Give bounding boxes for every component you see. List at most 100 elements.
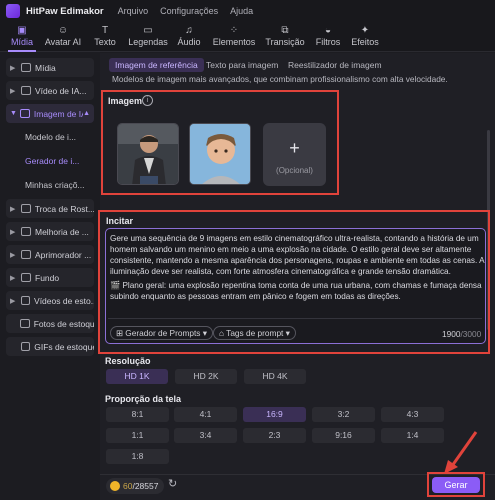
coin-icon <box>110 481 120 491</box>
sidebar-subitem-image-model[interactable]: Modelo de i... <box>25 132 76 142</box>
main-toolbar: ▣ Mídia ☺ Avatar AI T Texto ▭ Legendas ♫ Áudi… <box>0 22 495 52</box>
plus-icon: + <box>289 138 300 158</box>
avatar-icon: ☺ <box>57 25 69 36</box>
chevron-right-icon: ▶ <box>10 205 16 213</box>
tab-text-to-image[interactable]: Texto para imagem <box>200 58 284 72</box>
app-logo <box>6 4 20 18</box>
tag-icon: ⌂ <box>219 328 225 338</box>
chevron-right-icon: ▶ <box>10 274 16 282</box>
aspect-ratio-title: Proporção da tela <box>105 394 182 404</box>
aspect-1-4[interactable]: 1:4 <box>381 428 444 443</box>
sidebar-item-ai-video[interactable]: ▶ Vídeo de IA... <box>6 81 94 100</box>
aspect-8-1[interactable]: 8:1 <box>106 407 169 422</box>
resolution-hd2k[interactable]: HD 2K <box>175 369 237 384</box>
aspect-3-2[interactable]: 3:2 <box>312 407 375 422</box>
collapse-icon: ▲ <box>83 110 90 117</box>
chevron-right-icon: ▶ <box>10 297 16 305</box>
prompt-text[interactable]: Gere uma sequência de 9 imagens em estil… <box>110 233 486 313</box>
transition-icon: ⧉ <box>281 25 289 36</box>
character-counter: 1900/3000 <box>442 329 482 339</box>
active-tab-underline <box>8 50 36 52</box>
model-description: Modelos de imagem mais avançados, que co… <box>112 74 448 84</box>
audio-icon: ♫ <box>185 25 193 36</box>
sidebar-subitem-image-generator[interactable]: Gerador de i... <box>25 156 79 166</box>
sidebar-item-enhancement[interactable]: ▶ Melhoria de ... <box>6 222 94 241</box>
sidebar-item-face-swap[interactable]: ▶ Troca de Rost... <box>6 199 94 218</box>
gif-icon <box>20 342 31 351</box>
video-icon <box>21 86 31 95</box>
sidebar-item-stock-videos[interactable]: ▶ Vídeos de esto... <box>6 291 94 310</box>
tool-media[interactable]: ▣ Mídia <box>8 24 36 47</box>
prompt-paragraph-1: Gere uma sequência de 9 imagens em estil… <box>110 234 485 276</box>
resolution-hd4k[interactable]: HD 4K <box>244 369 306 384</box>
enhancer-icon <box>21 250 31 259</box>
title-bar: HitPaw Edimakor Arquivo Configurações Aj… <box>0 0 495 22</box>
aspect-2-3[interactable]: 2:3 <box>243 428 306 443</box>
menu-configuracoes[interactable]: Configurações <box>160 6 218 16</box>
tool-elements[interactable]: ⁘ Elementos <box>212 24 256 47</box>
prompt-paragraph-2: 🎬 Plano geral: uma explosão repentina to… <box>110 281 482 301</box>
prompt-divider <box>108 318 482 319</box>
app-name: HitPaw Edimakor <box>26 5 104 17</box>
aspect-1-1[interactable]: 1:1 <box>106 428 169 443</box>
effects-icon: ✦ <box>360 25 370 36</box>
sidebar-item-enhancer[interactable]: ▶ Aprimorador ... <box>6 245 94 264</box>
filters-icon: ◒ <box>324 25 332 36</box>
tab-reference-image[interactable]: Imagem de referência <box>109 58 204 72</box>
chevron-right-icon: ▶ <box>10 228 16 236</box>
aspect-9-16[interactable]: 9:16 <box>312 428 375 443</box>
folder-icon <box>21 63 31 72</box>
tool-filters[interactable]: ◒ Filtros <box>314 24 342 47</box>
sidebar-item-stock-gifs[interactable]: GIFs de estoque <box>6 337 94 356</box>
tool-subtitles[interactable]: ▭ Legendas <box>127 24 169 47</box>
menu-arquivo[interactable]: Arquivo <box>118 6 149 16</box>
enhance-icon <box>21 227 31 236</box>
aspect-4-1[interactable]: 4:1 <box>174 407 237 422</box>
image-section-title: Imagem <box>108 96 143 106</box>
sidebar-subitem-my-creations[interactable]: Minhas criaçõ... <box>25 180 85 190</box>
stock-video-icon <box>20 296 31 305</box>
chevron-down-icon: ▾ <box>285 328 290 338</box>
elements-icon: ⁘ <box>229 25 239 36</box>
sidebar-item-media[interactable]: ▶ Mídia <box>6 58 94 77</box>
tool-effects[interactable]: ✦ Efeitos <box>350 24 380 47</box>
text-icon: T <box>101 25 109 36</box>
media-icon: ▣ <box>17 25 27 36</box>
background-icon <box>21 273 31 282</box>
reference-image-man[interactable] <box>117 123 179 185</box>
resolution-hd1k[interactable]: HD 1K <box>106 369 168 384</box>
menu-ajuda[interactable]: Ajuda <box>230 6 253 16</box>
reference-image-boy[interactable] <box>189 123 251 185</box>
chevron-down-icon: ▼ <box>10 110 17 117</box>
prompt-section-title: Incitar <box>106 216 134 226</box>
tool-audio[interactable]: ♫ Áudio <box>176 24 202 47</box>
info-icon[interactable]: i <box>142 95 153 106</box>
annotation-arrow <box>444 431 478 474</box>
aspect-1-8[interactable]: 1:8 <box>106 449 169 464</box>
tab-image-restyler[interactable]: Reestilizador de imagem <box>282 58 388 72</box>
tool-transition[interactable]: ⧉ Transição <box>265 24 305 47</box>
aspect-3-4[interactable]: 3:4 <box>174 428 237 443</box>
prompt-generator-dropdown[interactable]: ⊞ Gerador de Prompts ▾ <box>110 326 213 340</box>
chevron-right-icon: ▶ <box>10 87 16 95</box>
sidebar-item-stock-photos[interactable]: Fotos de estoque <box>6 314 94 333</box>
chevron-down-icon: ▾ <box>202 328 207 338</box>
chevron-right-icon: ▶ <box>10 251 16 259</box>
resolution-title: Resolução <box>105 356 151 366</box>
grid-icon: ⊞ <box>116 328 123 338</box>
optional-label: (Opcional) <box>276 166 313 175</box>
stock-photo-icon <box>20 319 30 328</box>
refresh-icon[interactable]: ↻ <box>168 477 177 490</box>
tool-text[interactable]: T Texto <box>92 24 118 47</box>
aspect-4-3[interactable]: 4:3 <box>381 407 444 422</box>
generate-button[interactable]: Gerar <box>432 477 480 493</box>
tool-avatar-ai[interactable]: ☺ Avatar AI <box>43 24 83 47</box>
image-icon <box>20 109 30 118</box>
chevron-right-icon: ▶ <box>10 64 16 72</box>
sidebar-item-ai-image[interactable]: ▼ Imagem de IA ▲ <box>6 104 94 123</box>
credits-display: 60/28557 <box>123 481 159 491</box>
sidebar-item-background[interactable]: ▶ Fundo <box>6 268 94 287</box>
face-swap-icon <box>20 204 31 213</box>
aspect-16-9[interactable]: 16:9 <box>243 407 306 422</box>
prompt-tags-dropdown[interactable]: ⌂ Tags de prompt ▾ <box>213 326 296 340</box>
